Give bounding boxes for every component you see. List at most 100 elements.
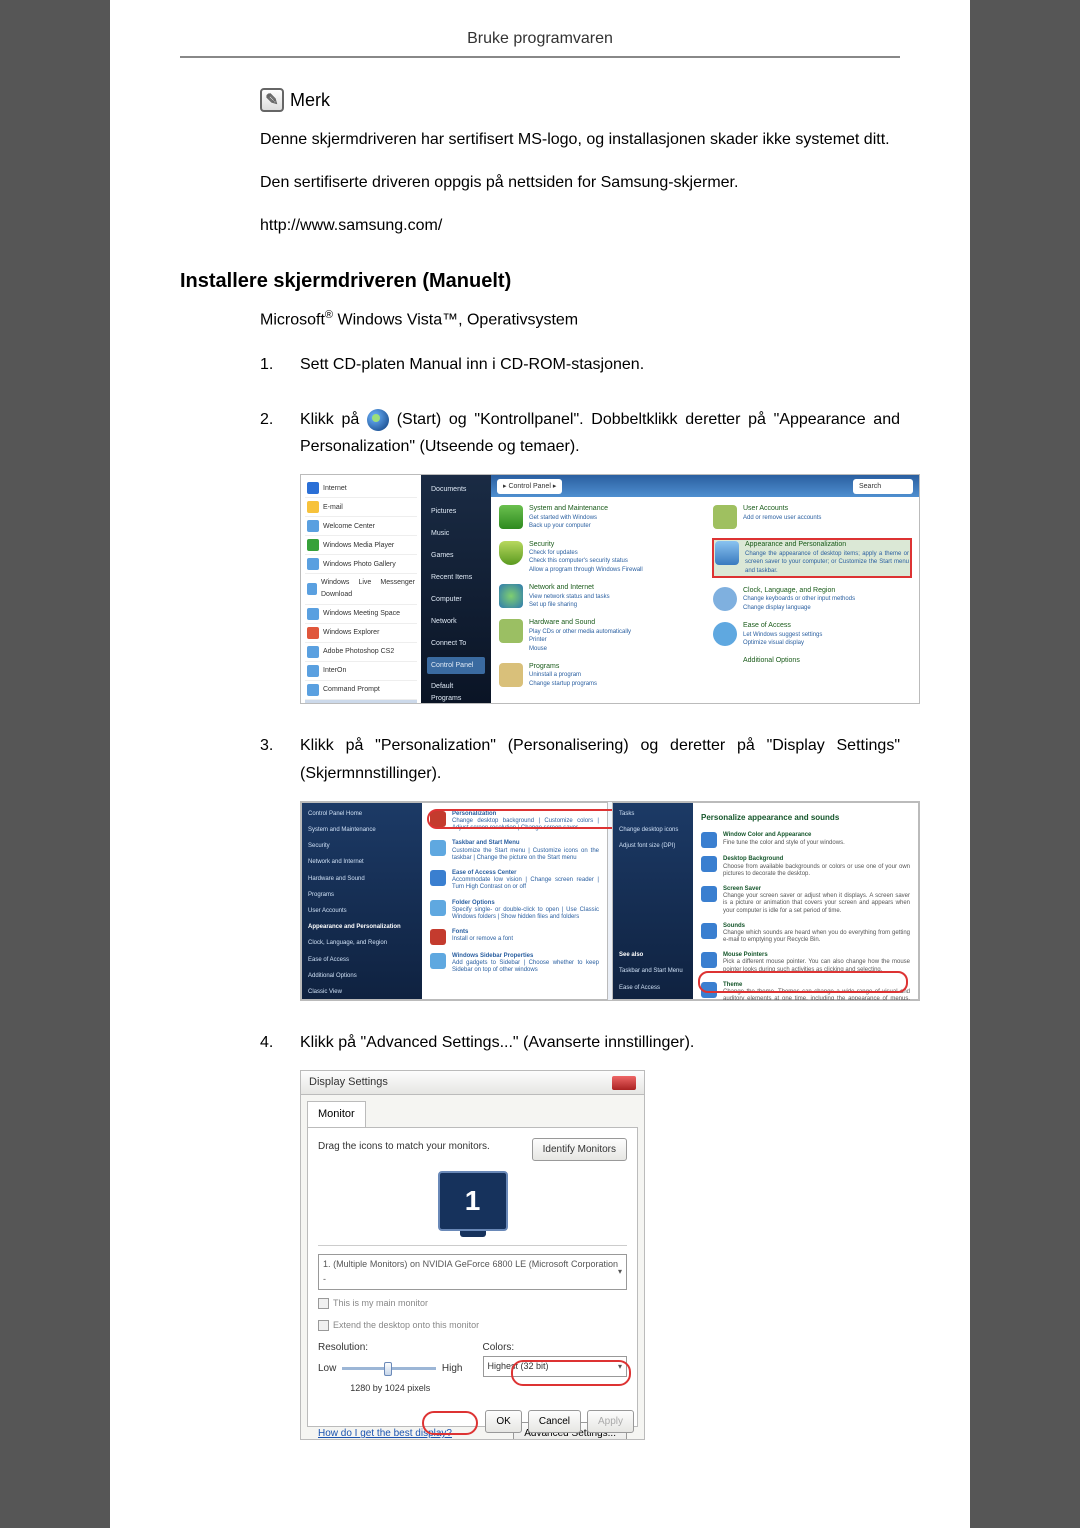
category-subtext: Add or remove user accounts [743,515,821,521]
extend-desktop-checkbox[interactable]: Extend the desktop onto this monitor [318,1318,627,1333]
see-also-item[interactable]: Ease of Access [619,983,687,993]
start-right-item[interactable]: Pictures [427,503,485,521]
start-menu-item[interactable]: Welcome Center [305,517,417,536]
item-icon [430,840,446,856]
category-title: User Accounts [743,505,788,512]
start-menu-item[interactable]: Command Prompt [305,681,417,700]
sidebar-item[interactable]: Programs [308,890,416,900]
sidebar-item[interactable]: Classic View [308,987,416,997]
start-menu-item[interactable]: Windows Photo Gallery [305,555,417,574]
appearance-item[interactable]: Ease of Access CenterAccommodate low vis… [430,870,599,892]
start-menu-item[interactable]: Windows Explorer [305,624,417,643]
start-right-item[interactable]: Recent Items [427,569,485,587]
item-title: Window Color and Appearance [723,832,811,838]
appearance-item[interactable]: FontsInstall or remove a font [430,929,599,945]
close-icon[interactable] [612,1076,636,1090]
item-title: Mouse Pointers [723,952,768,958]
personalization-sidebar: Tasks Change desktop icons Adjust font siz… [613,803,693,999]
start-orb-icon [367,409,389,431]
start-right-item[interactable]: Default Programs [427,678,485,704]
category-icon [713,505,737,529]
sidebar-item[interactable]: System and Maintenance [308,825,416,835]
cancel-button[interactable]: Cancel [528,1410,581,1433]
control-panel-category[interactable]: Appearance and PersonalizationChange the… [713,539,911,577]
control-panel-category[interactable]: ProgramsUninstall a programChange startu… [499,663,697,688]
category-subtext: Let Windows suggest settingsOptimize vis… [743,632,822,646]
start-menu-item[interactable]: Internet [305,479,417,498]
item-icon [430,929,446,945]
start-menu-item[interactable]: Windows Meeting Space [305,605,417,624]
item-subtext: Choose from available backgrounds or col… [723,864,910,877]
personalization-item[interactable]: Window Color and AppearanceFine tune the… [701,832,910,848]
start-menu-item[interactable]: E-mail [305,498,417,517]
start-right-item[interactable]: Documents [427,481,485,499]
sidebar-item[interactable]: Appearance and Personalization [308,922,416,932]
control-panel-category[interactable]: Network and InternetView network status … [499,584,697,609]
start-right-item[interactable]: Music [427,525,485,543]
appearance-item[interactable]: Taskbar and Start MenuCustomize the Star… [430,840,599,862]
search-box[interactable]: Search [853,479,913,495]
resolution-slider[interactable]: Low High [318,1360,463,1377]
item-title: Fonts [452,929,468,935]
item-subtext: Accommodate low vision | Change screen r… [452,877,599,890]
control-panel-category[interactable]: System and MaintenanceGet started with W… [499,505,697,530]
task-item[interactable]: Change desktop icons [619,825,687,835]
start-right-item[interactable]: Computer [427,591,485,609]
app-icon [307,482,319,494]
sidebar-item[interactable]: Hardware and Sound [308,874,416,884]
slider-thumb[interactable] [384,1362,392,1376]
control-panel-category[interactable]: Ease of AccessLet Windows suggest settin… [713,622,911,647]
os-suffix: Windows Vista™, Operativsystem [333,311,578,328]
control-panel-category[interactable]: Additional Options [713,657,911,681]
step-2: Klikk på (Start) og "Kontrollpanel". Dob… [260,406,900,704]
start-menu-item[interactable]: Windows Live Messenger Download [305,574,417,605]
address-bar[interactable]: ▸ Control Panel ▸ [497,479,562,495]
apply-button[interactable]: Apply [587,1410,634,1433]
control-panel-category[interactable]: User Accounts Add or remove user accounts [713,505,911,529]
start-right-item[interactable]: Control Panel [427,657,485,675]
start-right-item[interactable]: Games [427,547,485,565]
note-text-2: Den sertifiserte driveren oppgis på nett… [260,169,900,196]
all-programs[interactable]: ▸ All Programs [305,700,417,704]
control-panel-category[interactable]: Clock, Language, and RegionChange keyboa… [713,587,911,612]
start-menu-item[interactable]: Adobe Photoshop CS2 [305,643,417,662]
main-monitor-checkbox[interactable]: This is my main monitor [318,1296,627,1311]
ok-button[interactable]: OK [485,1410,521,1433]
category-title: Hardware and Sound [529,619,595,626]
sidebar-item[interactable]: Ease of Access [308,955,416,965]
item-subtext: Add gadgets to Sidebar | Choose whether … [452,960,599,973]
app-icon [307,665,319,677]
control-panel-category[interactable]: Security Check for updatesCheck this comp… [499,541,697,575]
sidebar-item[interactable]: Clock, Language, and Region [308,938,416,948]
monitor-dropdown[interactable]: 1. (Multiple Monitors) on NVIDIA GeForce… [318,1254,627,1291]
category-title: Security [529,541,554,548]
sidebar-item[interactable]: User Accounts [308,906,416,916]
start-item-label: Welcome Center [323,521,375,533]
start-menu-item[interactable]: Windows Media Player [305,536,417,555]
personalization-item[interactable]: Screen SaverChange your screen saver or … [701,886,910,915]
sidebar-item[interactable]: Control Panel Home [308,809,416,819]
app-icon [307,608,319,620]
item-subtext: Specify single- or double-click to open … [452,907,599,920]
monitor-icon[interactable]: 1 [438,1171,508,1231]
appearance-item[interactable]: Windows Sidebar PropertiesAdd gadgets to… [430,953,599,975]
identify-monitors-button[interactable]: Identify Monitors [532,1138,627,1161]
task-item[interactable]: Adjust font size (DPI) [619,841,687,851]
start-right-item[interactable]: Network [427,613,485,631]
sidebar-item[interactable]: Security [308,841,416,851]
task-item[interactable]: Tasks [619,809,687,819]
sidebar-item[interactable]: Network and Internet [308,857,416,867]
tab-monitor[interactable]: Monitor [307,1101,366,1127]
category-subtext: Check for updatesCheck this computer's s… [529,550,643,573]
category-title: Clock, Language, and Region [743,587,835,594]
resolution-col: Resolution: Low High 1280 by 1024 pixels [318,1339,463,1396]
see-also-item[interactable]: Taskbar and Start Menu [619,966,687,976]
control-panel-category[interactable]: Hardware and SoundPlay CDs or other medi… [499,619,697,653]
step-3: Klikk på "Personalization" (Personaliser… [260,732,900,1000]
appearance-item[interactable]: Folder OptionsSpecify single- or double-… [430,900,599,922]
personalization-item[interactable]: Desktop BackgroundChoose from available … [701,856,910,878]
personalization-item[interactable]: SoundsChange which sounds are heard when… [701,923,910,945]
sidebar-item[interactable]: Additional Options [308,971,416,981]
start-menu-item[interactable]: InterOn [305,662,417,681]
start-right-item[interactable]: Connect To [427,635,485,653]
